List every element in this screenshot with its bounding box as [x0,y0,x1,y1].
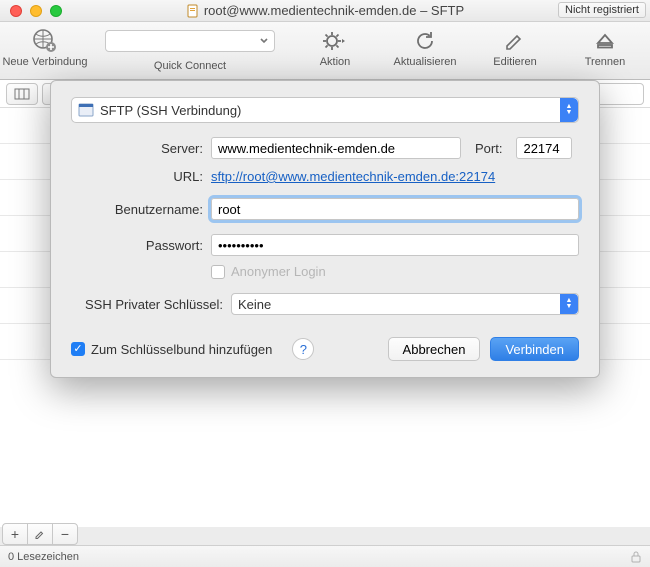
titlebar: root@www.medientechnik-emden.de – SFTP N… [0,0,650,22]
protocol-select[interactable]: SFTP (SSH Verbindung) ▲▼ [71,97,579,123]
chevron-updown-icon: ▲▼ [560,294,578,314]
quick-connect-label: Quick Connect [90,60,290,72]
window-controls [0,5,62,17]
ssh-key-select[interactable]: Keine ▲▼ [231,293,579,315]
username-input[interactable] [211,198,579,220]
checkbox-checked-icon [71,342,85,356]
new-connection-button[interactable]: Neue Verbindung [0,26,90,68]
plus-icon: + [11,526,19,542]
status-bar: 0 Lesezeichen [0,545,650,567]
minimize-window-button[interactable] [30,5,42,17]
gear-icon [321,30,349,52]
chevron-down-icon [258,34,270,48]
protocol-value: SFTP (SSH Verbindung) [100,103,241,118]
quick-connect-combo[interactable] [105,30,275,52]
add-bookmark-button[interactable]: + [2,523,28,545]
new-connection-label: Neue Verbindung [0,56,90,68]
document-icon [186,4,200,18]
disk-icon [78,102,94,118]
lock-icon [630,550,642,564]
server-label: Server: [71,141,211,156]
port-input[interactable] [516,137,572,159]
refresh-icon [413,29,437,53]
username-label: Benutzername: [71,202,211,217]
ssh-key-label: SSH Privater Schlüssel: [71,297,231,312]
columns-icon [14,88,30,100]
connection-sheet: SFTP (SSH Verbindung) ▲▼ Server: Port: U… [50,80,600,378]
window-title: root@www.medientechnik-emden.de – SFTP [204,3,464,18]
bookmarks-count: 0 Lesezeichen [8,551,79,563]
edit-label: Editieren [470,56,560,68]
eject-icon [593,29,617,53]
help-button[interactable]: ? [292,338,314,360]
checkbox-icon [211,265,225,279]
quick-connect: Quick Connect [90,26,290,72]
close-window-button[interactable] [10,5,22,17]
url-label: URL: [71,169,211,184]
add-keychain-checkbox[interactable]: Zum Schlüsselbund hinzufügen [71,342,272,357]
zoom-window-button[interactable] [50,5,62,17]
disconnect-label: Trennen [560,56,650,68]
globe-plus-icon [31,27,59,55]
edit-bookmark-button[interactable] [27,523,53,545]
toolbar: Neue Verbindung Quick Connect Aktion Akt… [0,22,650,80]
remove-bookmark-button[interactable]: − [52,523,78,545]
action-button[interactable]: Aktion [290,26,380,68]
connect-button[interactable]: Verbinden [490,337,579,361]
url-link[interactable]: sftp://root@www.medientechnik-emden.de:2… [211,169,495,184]
edit-button[interactable]: Editieren [470,26,560,68]
pencil-icon [34,528,46,540]
password-input[interactable] [211,234,579,256]
pencil-icon [503,29,527,53]
action-label: Aktion [290,56,380,68]
chevron-updown-icon: ▲▼ [560,98,578,122]
bottom-button-group: + − [2,523,78,545]
ssh-key-value: Keine [238,297,271,312]
cancel-button[interactable]: Abbrechen [388,337,481,361]
refresh-button[interactable]: Aktualisieren [380,26,470,68]
disconnect-button[interactable]: Trennen [560,26,650,68]
anonymous-login-label: Anonymer Login [231,264,326,279]
anonymous-login-checkbox: Anonymer Login [211,264,326,279]
not-registered-badge[interactable]: Nicht registriert [558,2,646,18]
refresh-label: Aktualisieren [380,56,470,68]
add-keychain-label: Zum Schlüsselbund hinzufügen [91,342,272,357]
minus-icon: − [61,526,69,542]
port-label: Port: [475,141,510,156]
password-label: Passwort: [71,238,211,253]
view-bookmarks-button[interactable] [6,83,38,105]
server-input[interactable] [211,137,461,159]
